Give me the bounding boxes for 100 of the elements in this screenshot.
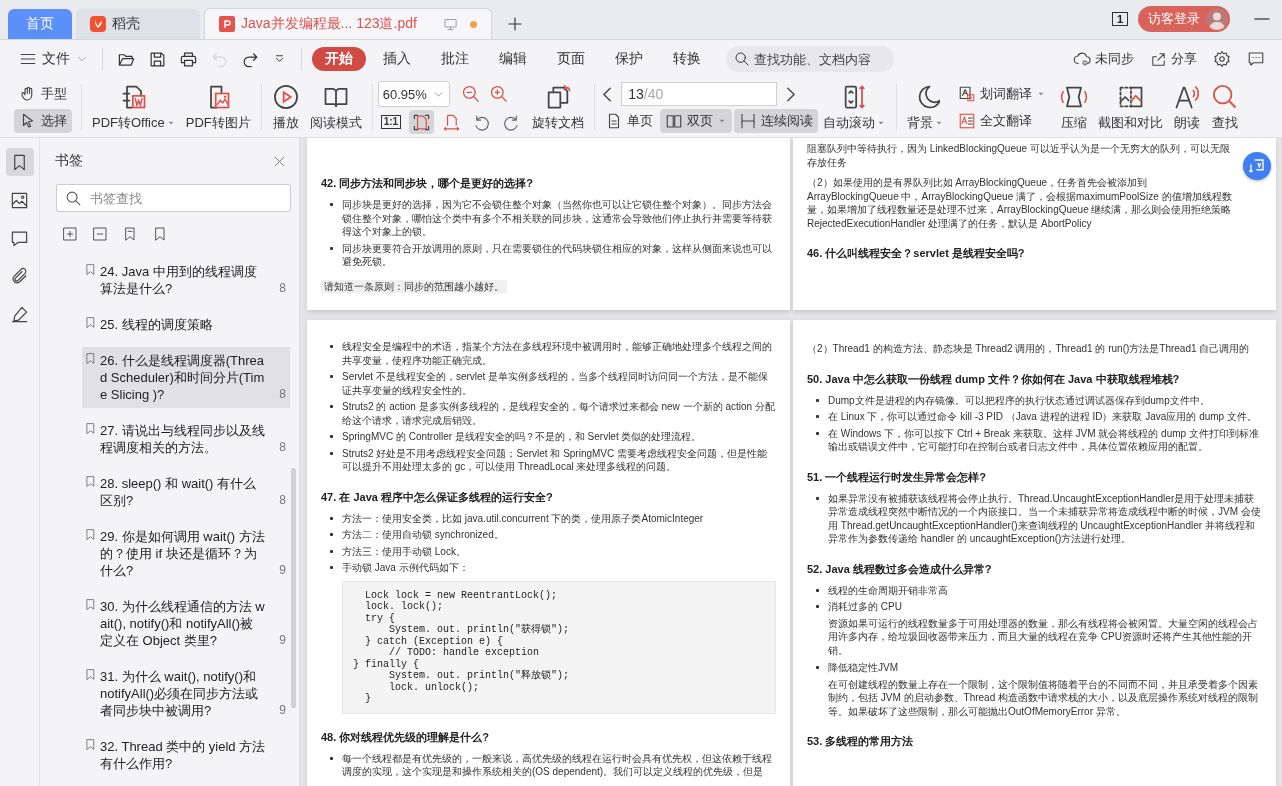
page-mode-button[interactable]: 连续阅读 — [734, 109, 819, 133]
chat-icon — [1247, 50, 1265, 68]
search-field[interactable]: 查找功能、文档内容 — [726, 46, 894, 72]
bookmark-icon — [84, 528, 97, 541]
select-tool-button[interactable]: 选择 — [14, 109, 72, 133]
page-number-field[interactable]: 13/40 — [621, 82, 778, 106]
tab[interactable]: 稻壳 — [76, 9, 200, 39]
bookmark-icon — [84, 668, 97, 681]
bookmark-icon — [84, 738, 97, 751]
ribbon-tab[interactable]: 开始 — [312, 47, 366, 71]
actual-size-button[interactable]: 1:1 — [377, 110, 405, 134]
note-text: 请知道一条原则：同步的范围越小越好。 — [321, 279, 507, 293]
search-input[interactable]: 书签查找 — [90, 190, 250, 206]
window-count-icon[interactable]: 1 — [1111, 12, 1128, 26]
page-number: 8 — [279, 280, 286, 297]
bookmark-item[interactable]: 27. 请说出与线程同步以及线程调度相关的方法。 8 — [82, 417, 290, 461]
page-number: 8 — [279, 386, 286, 403]
remove-bookmark-button[interactable] — [90, 224, 110, 244]
bookmark-item[interactable]: 24. Java 中用到的线程调度算法是什么? 8 — [82, 258, 290, 302]
section-heading: 50. Java 中怎么获取一份线程 dump 文件？你如何在 Java 中获取线程堆栈? — [807, 371, 1181, 387]
screenshot-button[interactable]: 截图和对比 — [1093, 78, 1169, 137]
bookmark-item[interactable]: 28. sleep() 和 wait() 有什么区别? 8 — [82, 470, 290, 514]
bookmark-item[interactable]: 32. Thread 类中的 yield 方法有什么作用? — [82, 733, 290, 777]
minus-box-icon — [92, 226, 108, 242]
page-number: 8 — [279, 439, 286, 456]
app-logo-icon — [90, 16, 106, 32]
bookmark-icon — [84, 475, 97, 488]
section-heading: 46. 什么叫线程安全？servlet 是线程安全吗? — [807, 246, 1026, 261]
ribbon-tab[interactable]: 页面 — [544, 47, 598, 71]
translate-button[interactable]: 全文翻译 — [953, 109, 1052, 133]
ribbon-tab[interactable]: 保护 — [602, 47, 656, 71]
pdf-file-icon — [219, 16, 235, 32]
new-tab-button[interactable] — [506, 15, 524, 33]
fit-page-button[interactable] — [409, 110, 435, 134]
page-mode-button[interactable]: 单页 — [600, 109, 659, 133]
minimize-icon — [1254, 18, 1270, 20]
translate-icon — [958, 85, 977, 103]
paragraph: （2）如果使用的是有界队列比如 ArrayBlockingQueue，任务首先会被添加到ArrayBlockingQueue 中，ArrayBlockingQueue 满了，会根据maximumPoolSize 的值增加线程数量，如果增加了线程数量还是处理不过来，ArrayBlockingQueue 继续满，那么则会使用拒绝策略RejectedExecutionHandler 处理满了的任务，默认是 AbortPolicy — [807, 176, 1233, 230]
bullet-item: 在 Windows 下，你可以按下 Ctrl + Break 来获取。这样 JVM 就会将线程的 dump 文件打印到标准输出或错误文件中，它可能打印在控制台或者日志文件中，具体位置依赖应用的配置。 — [815, 426, 1262, 454]
translate-button[interactable]: 划词翻译 — [953, 82, 1052, 106]
zoom-field[interactable]: 60.95% — [377, 81, 450, 107]
bullet-item: Struts2 的 action 是多实例多线程的，是线程安全的，每个请求过来都会 new 一个新的 action 分配给这个请求，请求完成后销毁。 — [329, 400, 776, 427]
chevron-right-icon — [786, 86, 796, 102]
hand-tool-button[interactable]: 手型 — [14, 82, 72, 106]
plus-icon — [506, 15, 524, 33]
paragraph: 阻塞队列中等待执行，因为 LinkedBlockingQueue 可以近乎认为是一个无穷大的队列，可以无限存放任务 — [807, 142, 1231, 169]
zoom-out-icon — [460, 84, 481, 104]
cloud-icon — [1073, 50, 1091, 68]
read-mode-button[interactable]: 阅读模式 — [304, 78, 367, 137]
convert-button[interactable]: PDF转Office — [87, 78, 181, 137]
ribbon-tab[interactable]: 插入 — [370, 47, 424, 71]
search-input[interactable]: 查找功能、文档内容 — [754, 51, 880, 67]
rotate-document-button[interactable]: 旋转文档 — [527, 78, 590, 137]
ribbon-tab[interactable]: 编辑 — [486, 47, 540, 71]
plus-box-icon — [62, 226, 78, 242]
login-button[interactable]: 访客登录 — [1138, 6, 1230, 32]
code-block: Lock lock = new ReentrantLock(); lock. lock(); try { System. out. println("获得锁"); } catch (Exception e) { // TODO: handle exception } finally { System. out. println("释放锁"); lock. unlock(); } — [342, 580, 776, 714]
monitor-icon — [443, 16, 458, 32]
paperclip-icon — [10, 266, 29, 286]
section-heading: 51. 一个线程运行时发生异常会怎样? — [807, 469, 988, 485]
file-menu-button[interactable]: 文件 — [14, 47, 94, 71]
share-button[interactable]: 分享 — [1145, 47, 1202, 71]
search-field[interactable]: 书签查找 — [56, 184, 291, 212]
ribbon-tab[interactable]: 转换 — [660, 47, 714, 71]
unsaved-dot — [470, 20, 477, 28]
background-button[interactable]: 背景 — [902, 78, 950, 137]
avatar-icon — [1206, 8, 1228, 30]
bookmark-item[interactable]: 30. 为什么线程通信的方法 wait(), notify()和 notifyAll()被定义在 Object 类里? 9 — [82, 593, 290, 654]
play-icon — [271, 83, 300, 111]
fit-width-icon — [442, 112, 462, 132]
section-heading: 52. Java 线程数过多会造成什么异常? — [807, 561, 993, 577]
compress-button[interactable]: 压缩 — [1055, 78, 1094, 137]
bookmark-item[interactable]: 29. 你是如何调用 wait() 方法的？使用 if 块还是循环？为什么? 9 — [82, 523, 290, 584]
bookmark-item[interactable]: 25. 线程的调度策略 — [82, 311, 290, 338]
bookmark-icon — [84, 316, 97, 329]
read-aloud-button[interactable]: 朗读 — [1168, 78, 1207, 137]
find-button[interactable]: 查找 — [1206, 78, 1245, 137]
sync-button[interactable]: 未同步 — [1068, 47, 1139, 71]
convert-button[interactable]: PDF转图片 — [180, 78, 256, 137]
section-heading: 48. 你对线程优先级的理解是什么? — [321, 729, 491, 745]
play-button[interactable]: 播放 — [266, 78, 305, 137]
fit-page-icon — [412, 112, 432, 132]
bookmark-item[interactable]: 26. 什么是线程调度器(Thread Scheduler)和时间分片(Time Slicing )? 8 — [82, 347, 290, 408]
tab[interactable]: Java并发编程最... 123道.pdf — [204, 8, 492, 39]
auto-scroll-button[interactable]: 自动滚动 — [818, 78, 892, 137]
chevron-left-icon — [603, 86, 613, 102]
bookmark-icon — [84, 598, 97, 611]
page-number: 9 — [279, 632, 286, 649]
search-icon — [734, 51, 750, 67]
image-icon — [10, 190, 29, 210]
export-icon — [1248, 157, 1266, 175]
paragraph: （2）Thread1 的构造方法、静态块是 Thread2 调用的，Thread1 的 run()方法是Thread1 自己调用的 — [807, 342, 1251, 356]
bookmark-item[interactable]: 31. 为什么 wait(), notify()和 notifyAll()必须在同步方法或者同步块中被调用? 9 — [82, 663, 290, 724]
add-bookmark-button[interactable] — [60, 224, 80, 244]
side-panel-button[interactable] — [5, 148, 34, 176]
paragraph: 资源如果可运行的线程数量多于可用处理器的数量，那么有线程将会被闲置。大量空闲的线程会占用许多内存，给垃圾回收器带来压力，而且大量的线程在竞争 CPU资源时还将产生其他性能的开销。 — [828, 616, 1259, 657]
page-mode-button[interactable]: 双页 — [660, 109, 733, 133]
ribbon-tab[interactable]: 批注 — [428, 47, 482, 71]
page-number: 9 — [279, 702, 286, 719]
bookmark-icon — [84, 422, 97, 435]
